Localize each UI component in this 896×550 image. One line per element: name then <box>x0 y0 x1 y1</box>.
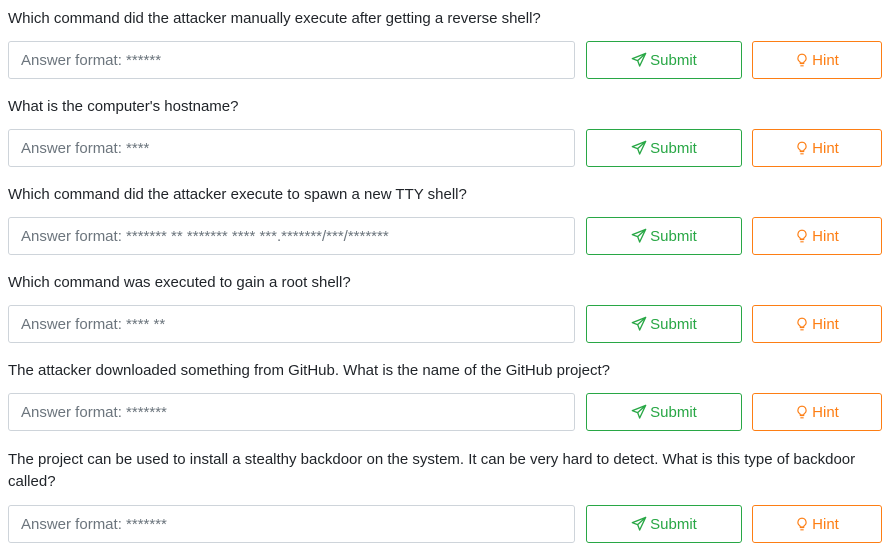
question-text: Which command did the attacker execute t… <box>8 186 467 203</box>
hint-label: Hint <box>812 139 839 157</box>
submit-button[interactable]: Submit <box>586 505 742 543</box>
hint-label: Hint <box>812 315 839 333</box>
hint-button[interactable]: Hint <box>752 129 882 167</box>
answer-input[interactable]: Answer format: ****** <box>8 41 575 79</box>
hint-button[interactable]: Hint <box>752 393 882 431</box>
answer-input[interactable]: Answer format: **** <box>8 129 575 167</box>
submit-label: Submit <box>650 515 697 533</box>
paper-plane-icon <box>631 316 647 332</box>
paper-plane-icon <box>631 140 647 156</box>
submit-button[interactable]: Submit <box>586 393 742 431</box>
answer-row: Answer format: **** Submit Hint <box>0 129 896 167</box>
answer-row: Answer format: ******* Submit Hint <box>0 505 896 543</box>
paper-plane-icon <box>631 228 647 244</box>
submit-button[interactable]: Submit <box>586 305 742 343</box>
paper-plane-icon <box>631 404 647 420</box>
submit-label: Submit <box>650 51 697 69</box>
hint-label: Hint <box>812 227 839 245</box>
lightbulb-icon <box>795 404 809 420</box>
question-list: Which command did the attacker manually … <box>0 0 896 550</box>
submit-button[interactable]: Submit <box>586 41 742 79</box>
lightbulb-icon <box>795 228 809 244</box>
hint-button[interactable]: Hint <box>752 217 882 255</box>
hint-label: Hint <box>812 51 839 69</box>
answer-row: Answer format: ****** Submit Hint <box>0 41 896 79</box>
hint-button[interactable]: Hint <box>752 41 882 79</box>
lightbulb-icon <box>795 52 809 68</box>
submit-label: Submit <box>650 315 697 333</box>
question-text: The attacker downloaded something from G… <box>8 362 610 379</box>
paper-plane-icon <box>631 516 647 532</box>
submit-button[interactable]: Submit <box>586 217 742 255</box>
answer-input[interactable]: Answer format: **** ** <box>8 305 575 343</box>
hint-button[interactable]: Hint <box>752 505 882 543</box>
answer-input[interactable]: Answer format: ******* <box>8 505 575 543</box>
submit-button[interactable]: Submit <box>586 129 742 167</box>
answer-row: Answer format: ******* ** ******* **** *… <box>0 217 896 255</box>
answer-row: Answer format: **** ** Submit Hint <box>0 305 896 343</box>
hint-label: Hint <box>812 403 839 421</box>
question-text: Which command was executed to gain a roo… <box>8 274 351 291</box>
question-text: The project can be used to install a ste… <box>8 451 856 490</box>
question-text: What is the computer's hostname? <box>8 98 239 115</box>
submit-label: Submit <box>650 227 697 245</box>
hint-label: Hint <box>812 515 839 533</box>
lightbulb-icon <box>795 316 809 332</box>
answer-input[interactable]: Answer format: ******* ** ******* **** *… <box>8 217 575 255</box>
question-text: Which command did the attacker manually … <box>8 10 541 27</box>
lightbulb-icon <box>795 140 809 156</box>
paper-plane-icon <box>631 52 647 68</box>
submit-label: Submit <box>650 403 697 421</box>
hint-button[interactable]: Hint <box>752 305 882 343</box>
answer-input[interactable]: Answer format: ******* <box>8 393 575 431</box>
answer-row: Answer format: ******* Submit Hint <box>0 393 896 431</box>
submit-label: Submit <box>650 139 697 157</box>
lightbulb-icon <box>795 516 809 532</box>
